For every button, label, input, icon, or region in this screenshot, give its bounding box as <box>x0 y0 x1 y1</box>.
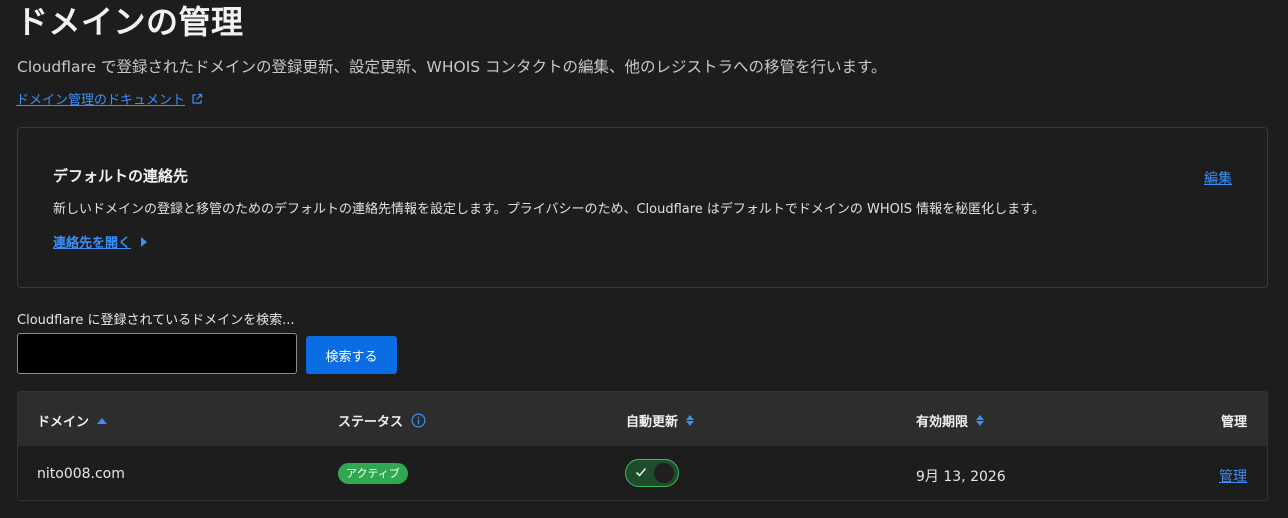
card-title: デフォルトの連絡先 <box>53 167 189 185</box>
table-header: ドメイン ステータス 自動更新 有効期限 管理 <box>18 392 1267 446</box>
column-header-expiry-label: 有効期限 <box>916 415 969 430</box>
table-row: nito008.com アクティブ 9月 13, 2026 管理 <box>18 446 1267 500</box>
column-header-auto-renew-label: 自動更新 <box>626 415 679 430</box>
column-header-status-label: ステータス <box>338 415 404 430</box>
column-header-domain[interactable]: ドメイン <box>37 411 108 430</box>
sort-icon <box>686 415 695 426</box>
info-icon[interactable] <box>411 413 426 428</box>
domains-table: ドメイン ステータス 自動更新 有効期限 管理 nito008.com アクティ… <box>17 391 1268 501</box>
domain-management-page: ドメインの管理 Cloudflare で登録されたドメインの登録更新、設定更新、… <box>0 0 1288 518</box>
check-icon <box>635 467 647 477</box>
documentation-link-label: ドメイン管理のドキュメント <box>16 93 186 108</box>
external-link-icon <box>192 93 203 104</box>
open-contact-label: 連絡先を開く <box>53 236 132 251</box>
column-header-auto-renew[interactable]: 自動更新 <box>626 411 695 430</box>
column-header-status: ステータス <box>338 411 426 430</box>
domain-search-input[interactable] <box>17 333 297 374</box>
search-button[interactable]: 検索する <box>306 336 397 374</box>
column-header-domain-label: ドメイン <box>37 415 90 430</box>
edit-contact-link[interactable]: 編集 <box>1204 168 1232 188</box>
auto-renew-toggle[interactable] <box>625 459 679 487</box>
search-label: Cloudflare に登録されているドメインを検索... <box>17 313 295 328</box>
column-header-expiry[interactable]: 有効期限 <box>916 411 985 430</box>
default-contact-card: デフォルトの連絡先 新しいドメインの登録と移管のためのデフォルトの連絡先情報を設… <box>17 127 1268 288</box>
column-header-manage: 管理 <box>1220 415 1247 430</box>
status-badge: アクティブ <box>338 463 408 484</box>
open-contact-link[interactable]: 連絡先を開く <box>53 232 148 251</box>
manage-domain-link[interactable]: 管理 <box>1219 466 1247 486</box>
caret-right-icon <box>141 236 148 247</box>
page-title: ドメインの管理 <box>16 3 244 41</box>
card-description: 新しいドメインの登録と移管のためのデフォルトの連絡先情報を設定します。プライバシ… <box>53 202 1045 217</box>
expiry-date: 9月 13, 2026 <box>916 469 1006 485</box>
sort-icon <box>976 415 985 426</box>
domain-name: nito008.com <box>37 466 125 482</box>
documentation-link[interactable]: ドメイン管理のドキュメント <box>16 89 203 108</box>
toggle-knob <box>654 463 674 483</box>
sort-ascending-icon <box>97 417 108 424</box>
page-subtitle: Cloudflare で登録されたドメインの登録更新、設定更新、WHOIS コン… <box>17 58 887 76</box>
